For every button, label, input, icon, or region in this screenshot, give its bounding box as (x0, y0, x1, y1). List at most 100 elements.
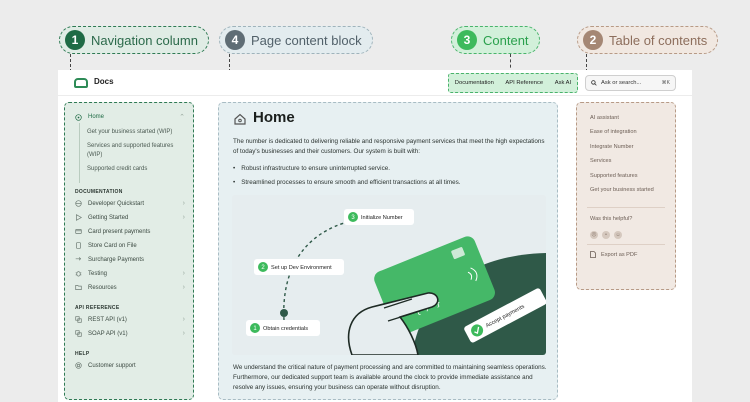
chevron-right-icon: › (182, 214, 185, 221)
callout-number: 1 (65, 30, 85, 50)
sidebar-subitem[interactable]: Services and supported features (WIP) (87, 142, 177, 160)
bullet-text: Robust infrastructure to ensure uninterr… (241, 165, 390, 172)
callout-number: 4 (225, 30, 245, 50)
home-icon (234, 113, 246, 125)
toc-item-supported-features[interactable]: Supported features (590, 173, 638, 179)
chevron-right-icon: › (182, 200, 185, 207)
callout-label: Content (483, 32, 529, 48)
search-placeholder: Ask or search... (601, 80, 642, 86)
sidebar-item-label: Card present payments (88, 228, 151, 235)
step-card-1: 1 Obtain credentials (246, 320, 320, 336)
toc-item-integrate-number[interactable]: Integrate Number (590, 144, 634, 150)
card-icon (75, 229, 82, 234)
sidebar-item-label: Store Card on File (88, 242, 137, 249)
chevron-right-icon: › (182, 330, 185, 337)
sidebar-subitem[interactable]: Supported credit cards (87, 165, 185, 174)
callout-number: 3 (457, 30, 477, 50)
search-input[interactable]: Ask or search... ⌘K (585, 75, 676, 91)
table-of-contents: AI assistant Ease of integration Integra… (576, 102, 676, 290)
docs-logo-icon (74, 78, 88, 88)
nav-link-api-reference[interactable]: API Reference (505, 80, 543, 86)
path-dot (280, 309, 288, 317)
navigation-sidebar: Home ⌃ Get your business started (WIP) S… (64, 102, 194, 400)
sidebar-item-surcharge-payments[interactable]: Surcharge Payments (75, 256, 185, 263)
toc-item-services[interactable]: Services (590, 158, 611, 164)
neutral-face-icon[interactable]: • (602, 231, 610, 239)
bullet-item: • Streamlined processes to ensure smooth … (233, 179, 461, 186)
api-icon (75, 316, 82, 323)
sidebar-item-card-present-payments[interactable]: Card present payments (75, 228, 185, 235)
divider (587, 207, 665, 208)
intro-paragraph: The number is dedicated to delivering re… (233, 138, 545, 155)
outro-paragraph: We understand the critical nature of pay… (233, 364, 547, 391)
nav-link-ask-ai[interactable]: Ask AI (555, 80, 571, 86)
section-heading: DOCUMENTATION (75, 189, 123, 195)
sidebar-item-label: Customer support (88, 362, 136, 369)
sidebar-item-store-card-on-file[interactable]: Store Card on File (75, 242, 185, 249)
top-bar: Docs Documentation API Reference Ask AI … (58, 70, 692, 96)
callout-navigation-column: 1 Navigation column (59, 26, 209, 54)
toc-item-get-business-started[interactable]: Get your business started (590, 187, 654, 193)
play-icon (76, 214, 82, 221)
svg-text:Set up Dev Environment: Set up Dev Environment (271, 265, 332, 271)
nav-link-documentation[interactable]: Documentation (455, 80, 494, 86)
sidebar-item-home[interactable]: Home ⌃ (75, 113, 185, 121)
sidebar-item-rest-api[interactable]: REST API (v1) › (75, 316, 185, 323)
tree-line (79, 123, 80, 183)
step-card-2: 2 Set up Dev Environment (254, 259, 344, 275)
sidebar-item-testing[interactable]: Testing › (75, 270, 185, 277)
toc-item-ease-of-integration[interactable]: Ease of integration (590, 129, 637, 135)
sidebar-item-label: REST API (v1) (88, 316, 127, 323)
callout-label: Page content block (251, 32, 362, 48)
sidebar-item-label: Developer Quickstart (88, 200, 145, 207)
sidebar-item-getting-started[interactable]: Getting Started › (75, 214, 185, 221)
sidebar-item-customer-support[interactable]: Customer support (75, 362, 185, 369)
callout-content: 3 Content (451, 26, 540, 54)
sidebar-item-resources[interactable]: Resources › (75, 284, 185, 291)
export-pdf-link[interactable]: Export as PDF (590, 251, 637, 258)
chevron-right-icon: › (182, 270, 185, 277)
callout-page-content-block: 4 Page content block (219, 26, 373, 54)
sidebar-item-developer-quickstart[interactable]: Developer Quickstart › (75, 200, 185, 207)
document-icon (590, 251, 596, 258)
file-icon (76, 242, 81, 249)
top-nav-links: Documentation API Reference Ask AI (448, 73, 578, 93)
callout-label: Navigation column (91, 32, 198, 48)
sidebar-item-soap-api[interactable]: SOAP API (v1) › (75, 330, 185, 337)
folder-icon (75, 285, 82, 290)
home-circle-icon (75, 113, 82, 121)
export-label: Export as PDF (601, 251, 638, 258)
sidebar-item-label: Resources (88, 284, 117, 291)
section-heading: HELP (75, 351, 90, 357)
happy-face-icon[interactable]: ☺ (614, 231, 622, 239)
docs-window: Docs Documentation API Reference Ask AI … (58, 70, 692, 402)
sidebar-item-label: SOAP API (v1) (88, 330, 128, 337)
support-icon (75, 362, 82, 369)
api-icon (75, 330, 82, 337)
sidebar-subitem[interactable]: Get your business started (WIP) (87, 128, 185, 137)
callout-label: Table of contents (609, 32, 708, 48)
brand-name: Docs (94, 77, 114, 86)
arrows-icon (75, 257, 82, 261)
chevron-right-icon: › (182, 316, 185, 323)
search-shortcut: ⌘K (661, 80, 670, 86)
svg-text:Obtain credentials: Obtain credentials (263, 326, 308, 332)
payments-illustration: { / } 1 Obtain credentials 2 Set up Dev … (232, 195, 546, 355)
sidebar-item-label: Testing (88, 270, 108, 277)
sidebar-item-label: Surcharge Payments (88, 256, 145, 263)
sidebar-item-label: Getting Started (88, 214, 129, 221)
divider (587, 244, 665, 245)
globe-icon (75, 200, 82, 207)
page-title: Home (253, 109, 295, 126)
bullet-text: Streamlined processes to ensure smooth a… (241, 179, 461, 186)
section-heading: API REFERENCE (75, 305, 120, 311)
toc-item-ai-assistant[interactable]: AI assistant (590, 115, 619, 121)
bullet-item: • Robust infrastructure to ensure uninter… (233, 165, 390, 172)
bug-icon (75, 271, 82, 277)
search-icon (591, 80, 597, 86)
step-card-3: 3 Initialize Number (344, 209, 414, 225)
chevron-right-icon: › (182, 284, 185, 291)
sad-face-icon[interactable]: ☹ (590, 231, 598, 239)
page-content-block: Home The number is dedicated to deliveri… (218, 102, 558, 400)
callout-table-of-contents: 2 Table of contents (577, 26, 719, 54)
